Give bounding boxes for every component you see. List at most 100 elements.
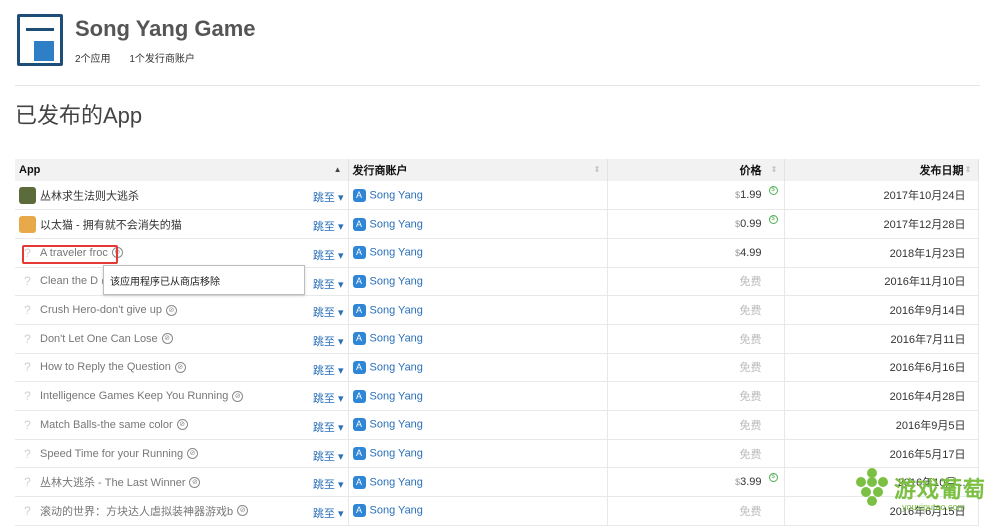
app-name-link[interactable]: Clean the D [40,275,98,287]
sort-icon[interactable]: ⇕ [594,165,601,174]
jump-to-dropdown[interactable]: 跳至 ▾ [313,419,344,435]
publisher-link[interactable]: Song Yang [370,189,423,201]
table-row[interactable]: ? Intelligence Games Keep You Running ⊘ 跳至 … [15,381,979,411]
table-row[interactable]: ? Don't Let One Can Lose ⊘ 跳至 ▾ A Song Yang 免费… [15,324,979,354]
price-change-icon[interactable]: $ [768,473,778,483]
publisher-link[interactable]: Song Yang [370,419,423,431]
app-store-icon: A [352,389,366,403]
app-name-link[interactable]: Don't Let One Can Lose [40,333,158,345]
app-name-link[interactable]: Speed Time for your Running [40,448,183,460]
removed-icon[interactable]: ⊘ [232,390,244,402]
app-store-icon: A [352,246,366,260]
table-row[interactable]: ? How to Reply the Question ⊘ 跳至 ▾ A Song Yan… [15,353,979,383]
apps-count-link[interactable]: 2个应用 [75,54,111,65]
publisher-link[interactable]: Song Yang [370,361,423,373]
jump-to-dropdown[interactable]: 跳至 ▾ [313,218,344,234]
table-row[interactable]: ? Speed Time for your Running ⊘ 跳至 ▾ A Song Y… [15,439,979,469]
removed-icon[interactable]: ⊘ [165,304,177,316]
release-date-cell: 2016年4月28日 [784,381,979,411]
unknown-app-icon: ? [24,475,31,490]
release-date-cell: 2016年9月5日 [784,410,979,440]
price-cell: 免费 [607,353,785,383]
publisher-link[interactable]: Song Yang [370,505,423,517]
jump-to-dropdown[interactable]: 跳至 ▾ [313,276,344,292]
publisher-link[interactable]: Song Yang [370,304,423,316]
unknown-app-icon: ? [24,389,31,404]
publisher-cell: A Song Yang [348,295,608,325]
price-cell: $4.99 [607,238,785,268]
price-value: 免费 [739,305,762,318]
publisher-accounts-link[interactable]: 1个发行商账户 [129,54,195,65]
removed-icon[interactable]: ⊘ [237,505,249,517]
app-cell: ? Speed Time for your Running ⊘ 跳至 ▾ [15,439,349,469]
app-name-link[interactable]: 丛林求生法则大逃杀 [40,190,139,202]
publisher-cell: A Song Yang [348,267,608,297]
app-name-link[interactable]: 丛林大逃杀 - The Last Winner [40,477,185,489]
app-name-link[interactable]: Crush Hero-don't give up [40,304,162,316]
unknown-app-icon: ? [24,303,31,318]
table-row[interactable]: ? A traveler froc ⊘ 跳至 ▾ A Song Yang $4.99 2018… [15,238,979,268]
publisher-link[interactable]: Song Yang [370,333,423,345]
app-name-link[interactable]: 滚动的世界：方块达人虐拟装神器游戏b [40,506,233,518]
jump-to-dropdown[interactable]: 跳至 ▾ [313,304,344,320]
removed-icon[interactable]: ⊘ [174,361,186,373]
release-date-cell: 2016年6月16日 [784,353,979,383]
publisher-link[interactable]: Song Yang [370,448,423,460]
release-date-cell: 2017年10月24日 [784,181,979,211]
column-header-publisher[interactable]: 发行商账户 ⇕ [348,159,608,181]
price-value: 0.99 [740,218,762,231]
removed-icon[interactable]: ⊘ [189,476,201,488]
price-cell: 免费 [607,381,785,411]
jump-to-dropdown[interactable]: 跳至 ▾ [313,189,344,205]
removed-icon[interactable]: ⊘ [161,333,173,345]
table-row[interactable]: ? 滚动的世界：方块达人虐拟装神器游戏b ⊘ 跳至 ▾ A Song Yang 免费 2016… [15,496,979,526]
removed-icon[interactable]: ⊘ [187,448,199,460]
table-row[interactable]: ? Match Balls-the same color ⊘ 跳至 ▾ A Song Ya… [15,410,979,440]
app-name-link[interactable]: Match Balls-the same color [40,419,173,431]
app-cell: 以太猫 - 拥有就不会消失的猫 跳至 ▾ [15,209,349,239]
jump-to-dropdown[interactable]: 跳至 ▾ [313,505,344,521]
app-store-icon: A [352,418,366,432]
jump-to-dropdown[interactable]: 跳至 ▾ [313,333,344,349]
app-name-link[interactable]: Intelligence Games Keep You Running [40,390,228,402]
price-change-icon[interactable]: $ [768,186,778,195]
price-value: 免费 [739,419,762,432]
app-name-link[interactable]: How to Reply the Question [40,361,171,373]
release-date-cell: 2016年9月14日 [784,295,979,325]
jump-to-dropdown[interactable]: 跳至 ▾ [313,247,344,263]
table-row[interactable]: 丛林求生法则大逃杀 跳至 ▾ A Song Yang $1.99 $2017年10月24日 [15,181,979,211]
app-cell: ? Intelligence Games Keep You Running ⊘ 跳至 … [15,381,349,411]
sort-icon[interactable]: ⇕ [771,165,778,174]
app-icon[interactable] [19,186,36,204]
jump-to-dropdown[interactable]: 跳至 ▾ [313,390,344,406]
publisher-link[interactable]: Song Yang [370,476,423,488]
jump-to-dropdown[interactable]: 跳至 ▾ [313,362,344,378]
app-name-link[interactable]: 以太猫 - 拥有就不会消失的猫 [40,219,182,231]
jump-to-dropdown[interactable]: 跳至 ▾ [313,448,344,464]
table-row[interactable]: ? 丛林大逃杀 - The Last Winner ⊘ 跳至 ▾ A Song Yang $… [15,467,979,498]
sort-icon[interactable]: ▲ [334,165,342,174]
column-header-price[interactable]: 价格 ⇕ [607,159,785,181]
column-header-release-date[interactable]: 发布日期 ⇕ [784,159,979,181]
publisher-cell: A Song Yang [348,496,608,526]
publisher-link[interactable]: Song Yang [370,390,423,402]
developer-logo-icon [17,14,63,66]
jump-to-dropdown[interactable]: 跳至 ▾ [313,476,344,492]
removed-icon[interactable]: ⊘ [176,419,188,431]
price-value: 免费 [739,333,762,346]
price-change-icon[interactable]: $ [768,215,778,225]
column-header-app[interactable]: App ▲ [15,159,349,181]
removed-tooltip: 该应用程序已从商店移除 [103,265,305,295]
app-store-icon: A [352,217,366,231]
publisher-link[interactable]: Song Yang [370,247,423,259]
table-row[interactable]: 以太猫 - 拥有就不会消失的猫 跳至 ▾ A Song Yang $0.99 $2017年… [15,209,979,239]
publisher-link[interactable]: Song Yang [370,218,423,230]
table-row[interactable]: ? Crush Hero-don't give up ⊘ 跳至 ▾ A Song Yang… [15,295,979,325]
price-value: 免费 [739,362,762,375]
unknown-app-icon: ? [24,503,31,518]
publisher-link[interactable]: Song Yang [370,275,423,287]
app-icon[interactable] [19,215,36,233]
sort-icon[interactable]: ⇕ [965,165,972,174]
watermark-url: youxiputao.com [902,502,966,512]
publisher-cell: A Song Yang [348,353,608,383]
